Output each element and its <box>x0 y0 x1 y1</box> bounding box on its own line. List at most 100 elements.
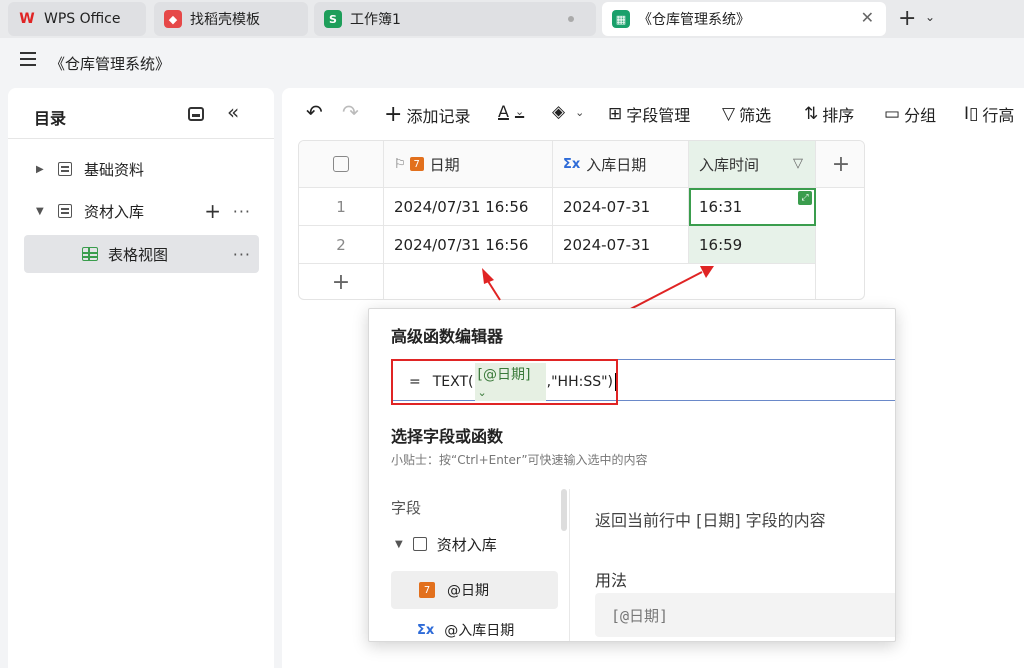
more-icon[interactable]: ··· <box>233 245 251 264</box>
add-record-button[interactable]: + 添加记录 <box>384 102 470 127</box>
tab-label: 《仓库管理系统》 <box>638 12 750 28</box>
filter-icon[interactable]: ▽ <box>793 156 803 171</box>
tab-label: 工作簿1 <box>350 12 401 28</box>
cell-value: 16:31 <box>699 197 743 216</box>
close-icon[interactable]: ✕ <box>861 8 874 27</box>
sidebar-item-label: 资材入库 <box>84 202 145 221</box>
row-height-icon: I▯ <box>964 104 979 124</box>
divider <box>8 138 274 139</box>
chevron-down-icon: ⌄ <box>575 105 585 119</box>
formula-input[interactable]: = TEXT( [@日期] ⌄ ,"HH:SS") <box>391 359 895 405</box>
tab-workbook[interactable]: S 工作簿1 <box>314 2 596 36</box>
scrollbar[interactable] <box>561 489 567 531</box>
field-manage-label: 字段管理 <box>626 106 691 125</box>
formula-highlight: = TEXT( [@日期] ⌄ ,"HH:SS") <box>391 359 618 405</box>
plus-icon: + <box>384 102 403 127</box>
date-field-icon: 7 <box>409 157 424 171</box>
sort-label: 排序 <box>822 106 855 125</box>
row-height-label: 行高 <box>982 106 1015 125</box>
cell-in-time[interactable]: 16:59 <box>689 226 816 264</box>
collapse-icon[interactable]: « <box>227 100 239 124</box>
wps-logo-icon: W <box>19 11 35 27</box>
cell-in-time-selected[interactable]: 16:31 ⤢ <box>689 188 816 226</box>
text-color-button[interactable]: A ⌄ <box>498 102 524 121</box>
tab-wps-office[interactable]: W WPS Office <box>8 2 146 36</box>
cell-date[interactable]: 2024/07/31 16:56 <box>384 188 553 226</box>
column-label: 入库日期 <box>586 155 647 174</box>
formula-icon: Σx <box>417 622 435 638</box>
chevron-down-icon[interactable]: ⌄ <box>925 10 935 24</box>
tab-bar: W WPS Office ◆ 找稻壳模板 S 工作簿1 ▦ 《仓库管理系统》 ✕… <box>0 0 1024 38</box>
app-header: 《仓库管理系统》 <box>0 38 1024 88</box>
list-icon <box>58 162 72 176</box>
cell-in-date[interactable]: 2024-07-31 <box>553 226 689 264</box>
column-header-date[interactable]: ⚐ 7 日期 <box>384 141 553 188</box>
empty-row <box>384 264 816 299</box>
add-icon[interactable]: + <box>204 199 221 223</box>
group-label: 分组 <box>904 106 937 125</box>
expand-arrow-icon[interactable]: ▶ <box>36 164 52 175</box>
usage-example: [@日期] <box>595 593 895 637</box>
new-tab-icon[interactable]: + <box>898 6 916 31</box>
select-all-checkbox[interactable] <box>299 141 384 188</box>
toolbar: ↶ ↷ + 添加记录 A ⌄ ◈ ⌄ ⊞ 字段管理 ▽ 筛选 ⇅ 排序 ▭ 分组 <box>282 88 1024 140</box>
sidebar-item-grid-view[interactable]: 表格视图 ··· <box>24 235 259 273</box>
collapse-arrow-icon: ▼ <box>395 538 403 550</box>
formula-equals: = <box>409 374 421 390</box>
data-grid: ⚐ 7 日期 Σx 入库日期 入库时间 ▽ + 1 2024/07/31 16:… <box>298 140 865 300</box>
formula-field-token[interactable]: [@日期] ⌄ <box>474 363 546 401</box>
expand-icon[interactable]: ⤢ <box>798 191 812 205</box>
menu-icon[interactable] <box>20 52 36 66</box>
field-item-in-date[interactable]: Σx @入库日期 <box>391 611 558 641</box>
formula-icon: Σx <box>563 156 581 172</box>
column-header-in-date[interactable]: Σx 入库日期 <box>553 141 689 188</box>
filter-button[interactable]: ▽ 筛选 <box>722 102 771 126</box>
redo-icon[interactable]: ↷ <box>342 100 359 124</box>
field-list: 字段 ▼ 资材入库 7 @日期 Σx @入库日期 <box>391 489 561 641</box>
sort-button[interactable]: ⇅ 排序 <box>804 102 854 126</box>
add-column-button[interactable]: + <box>816 141 864 188</box>
filter-label: 筛选 <box>739 106 772 125</box>
unsaved-dot-icon <box>568 16 574 22</box>
tab-label: 找稻壳模板 <box>190 12 260 28</box>
folder-icon: ▭ <box>884 104 901 124</box>
sidebar-item-inbound[interactable]: ▼ 资材入库 + ··· <box>24 192 259 230</box>
smart-table-icon: ▦ <box>612 10 630 28</box>
field-description: 返回当前行中 [日期] 字段的内容 <box>595 511 826 530</box>
row-number: 2 <box>299 226 384 264</box>
row-height-button[interactable]: I▯ 行高 <box>964 102 1014 126</box>
field-group-inbound[interactable]: ▼ 资材入库 <box>391 525 558 563</box>
more-icon[interactable]: ··· <box>233 202 251 221</box>
divider <box>569 489 570 641</box>
undo-icon[interactable]: ↶ <box>306 100 323 124</box>
field-item-label: @日期 <box>447 583 489 599</box>
list-icon <box>412 537 427 551</box>
spreadsheet-icon: S <box>324 10 342 28</box>
column-header-in-time[interactable]: 入库时间 ▽ <box>689 141 816 188</box>
sidebar-item-label: 基础资料 <box>84 160 145 179</box>
collapse-arrow-icon[interactable]: ▼ <box>36 206 52 217</box>
formula-function: TEXT( <box>432 374 474 390</box>
field-manage-button[interactable]: ⊞ 字段管理 <box>608 102 690 126</box>
usage-label: 用法 <box>595 571 628 590</box>
date-field-icon: 7 <box>419 582 435 598</box>
tab-label: WPS Office <box>44 11 121 27</box>
chevron-down-icon: ⌄ <box>477 386 487 399</box>
section-title: 选择字段或函数 <box>391 427 504 446</box>
panel-icon[interactable] <box>188 107 204 121</box>
app-title: 《仓库管理系统》 <box>50 55 171 73</box>
cell-date[interactable]: 2024/07/31 16:56 <box>384 226 553 264</box>
group-button[interactable]: ▭ 分组 <box>884 102 936 126</box>
tab-warehouse[interactable]: ▦ 《仓库管理系统》 ✕ <box>602 2 886 36</box>
formula-editor-dialog: 高级函数编辑器 = TEXT( [@日期] ⌄ ,"HH:SS") 选择字段或函… <box>368 308 896 642</box>
grid-icon: ⊞ <box>608 104 623 124</box>
sidebar-item-basic[interactable]: ▶ 基础资料 <box>24 150 259 188</box>
field-item-date[interactable]: 7 @日期 <box>391 571 558 609</box>
tab-docer[interactable]: ◆ 找稻壳模板 <box>154 2 308 36</box>
dialog-title: 高级函数编辑器 <box>391 327 504 346</box>
field-group-label: 资材入库 <box>436 535 497 554</box>
add-row-button[interactable]: + <box>299 264 384 299</box>
fill-color-button[interactable]: ◈ ⌄ <box>552 102 584 122</box>
cell-in-date[interactable]: 2024-07-31 <box>553 188 689 226</box>
table-view-icon <box>82 247 98 261</box>
